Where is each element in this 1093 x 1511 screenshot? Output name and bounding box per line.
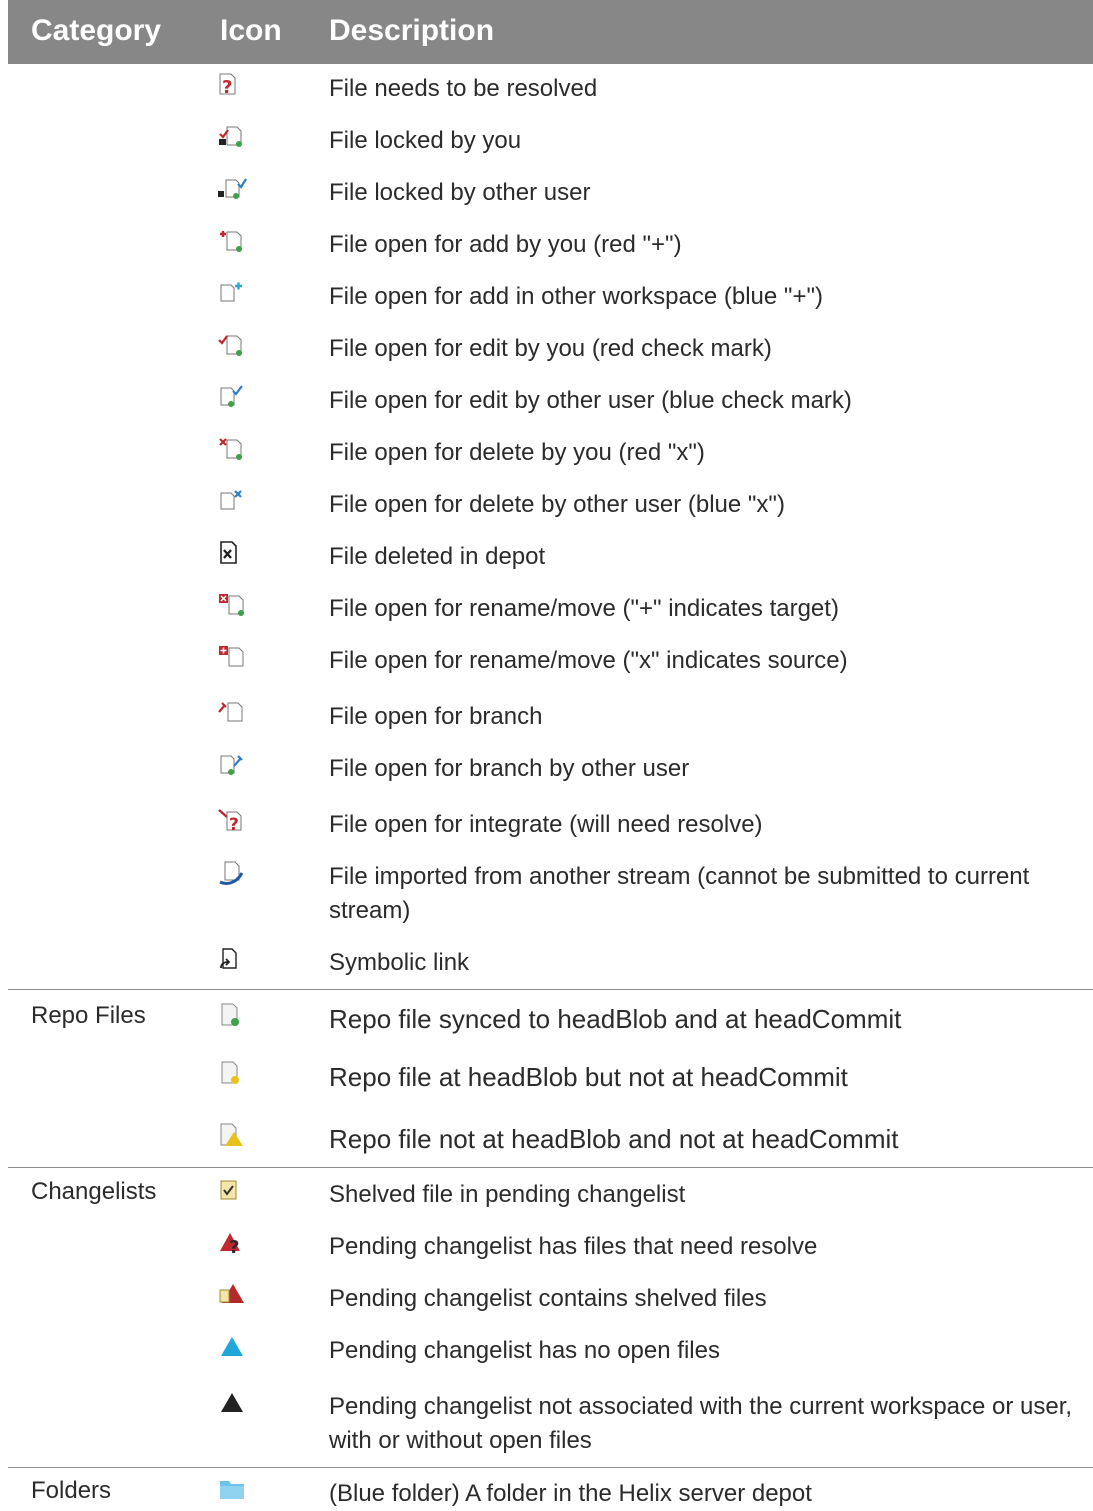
row-description: File open for branch bbox=[329, 703, 543, 730]
row-description: File locked by other user bbox=[329, 179, 591, 206]
svg-text:?: ? bbox=[222, 77, 232, 98]
row-description: Repo file synced to headBlob and at head… bbox=[329, 1004, 902, 1034]
file-imported-icon bbox=[218, 860, 248, 886]
row-description: File open for delete by you (red "x") bbox=[329, 439, 705, 466]
row-description: File deleted in depot bbox=[329, 543, 546, 570]
row-description: Symbolic link bbox=[329, 949, 470, 976]
changelist-resolve-icon: ? bbox=[218, 1230, 248, 1256]
file-branch-icon bbox=[218, 700, 248, 726]
row-description: (Blue folder) A folder in the Helix serv… bbox=[329, 1480, 812, 1507]
row-description: File open for branch by other user bbox=[329, 755, 690, 782]
row-description: File open for add by you (red "+") bbox=[329, 231, 682, 258]
file-locked-by-other-icon bbox=[218, 176, 248, 202]
blue-folder-icon bbox=[218, 1477, 248, 1503]
file-delete-by-you-icon bbox=[218, 436, 248, 462]
repo-synced-icon bbox=[218, 1002, 248, 1028]
row-description: File open for edit by other user (blue c… bbox=[329, 387, 852, 414]
file-add-other-icon bbox=[218, 280, 248, 306]
category-label: Repo Files bbox=[31, 1002, 146, 1029]
row-description: Pending changelist not associated with t… bbox=[329, 1393, 1073, 1454]
file-integrate-icon: ? bbox=[218, 808, 248, 834]
svg-text:?: ? bbox=[229, 815, 239, 834]
row-description: Pending changelist has files that need r… bbox=[329, 1233, 818, 1260]
row-description: File open for delete by other user (blue… bbox=[329, 491, 785, 518]
section-divider bbox=[8, 989, 1093, 990]
row-description: File locked by you bbox=[329, 127, 522, 154]
row-description: Shelved file in pending changelist bbox=[329, 1181, 686, 1208]
file-edit-other-icon bbox=[218, 384, 248, 410]
row-description: File open for add in other workspace (bl… bbox=[329, 283, 823, 310]
file-deleted-depot-icon bbox=[218, 540, 248, 566]
svg-text:?: ? bbox=[229, 1237, 239, 1256]
file-rename-source-icon bbox=[218, 644, 248, 670]
file-branch-other-icon bbox=[218, 752, 248, 778]
row-description: File open for rename/move ("+" indicates… bbox=[329, 595, 839, 622]
table-header: Category Icon Description bbox=[8, 0, 1093, 64]
file-add-by-you-icon bbox=[218, 228, 248, 254]
row-description: File open for integrate (will need resol… bbox=[329, 811, 763, 838]
category-label: Folders bbox=[31, 1477, 112, 1504]
section-divider bbox=[8, 1167, 1093, 1168]
row-description: Repo file not at headBlob and not at hea… bbox=[329, 1124, 899, 1154]
file-rename-target-icon bbox=[218, 592, 248, 618]
section-divider bbox=[8, 1467, 1093, 1468]
changelist-shelved-icon bbox=[218, 1282, 248, 1308]
file-edit-by-you-icon bbox=[218, 332, 248, 358]
file-delete-other-icon bbox=[218, 488, 248, 514]
changelist-empty-icon bbox=[218, 1334, 248, 1360]
file-locked-by-you-icon bbox=[218, 124, 248, 150]
header-description: Description bbox=[329, 14, 495, 47]
row-description: Pending changelist has no open files bbox=[329, 1337, 720, 1364]
category-label: Changelists bbox=[31, 1178, 157, 1205]
row-description: File imported from another stream (canno… bbox=[329, 863, 1030, 924]
row-description: File open for rename/move ("x" indicates… bbox=[329, 647, 848, 674]
changelist-other-workspace-icon bbox=[218, 1390, 248, 1416]
row-description: Repo file at headBlob but not at headCom… bbox=[329, 1062, 848, 1092]
file-needs-resolve-icon: ? bbox=[218, 72, 248, 98]
header-category: Category bbox=[31, 14, 162, 47]
header-icon: Icon bbox=[220, 14, 282, 47]
row-description: File open for edit by you (red check mar… bbox=[329, 335, 772, 362]
repo-headblob-icon bbox=[218, 1060, 248, 1086]
row-description: File needs to be resolved bbox=[329, 75, 598, 102]
row-description: Pending changelist contains shelved file… bbox=[329, 1285, 767, 1312]
symbolic-link-icon bbox=[218, 946, 248, 972]
shelved-file-icon bbox=[218, 1178, 248, 1204]
repo-not-head-icon bbox=[218, 1122, 248, 1148]
